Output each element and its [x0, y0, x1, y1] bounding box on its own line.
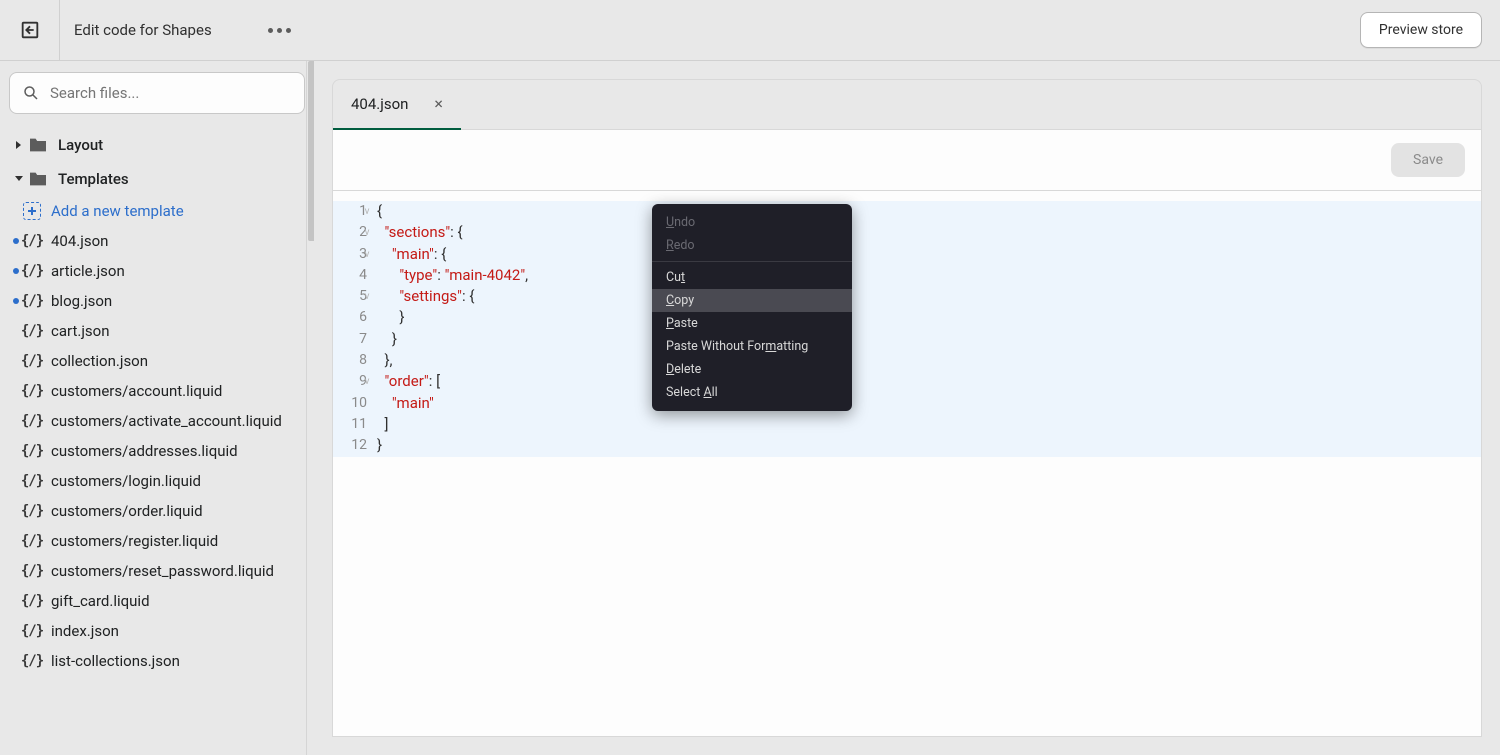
file-item[interactable]: {/} customers/account.liquid [21, 376, 305, 406]
file-item[interactable]: {/} 404.json [21, 226, 305, 256]
file-item[interactable]: {/} customers/activate_account.liquid [21, 406, 305, 436]
ctx-delete[interactable]: Delete [652, 358, 852, 381]
fold-gutter: vvvvv [361, 201, 373, 457]
file-label: customers/order.liquid [51, 502, 203, 520]
braces-icon: {/} [21, 322, 43, 340]
braces-icon: {/} [21, 502, 43, 520]
file-item[interactable]: {/} collection.json [21, 346, 305, 376]
file-label: collection.json [51, 352, 148, 370]
editor-tabs: 404.json × [332, 79, 1482, 129]
file-item[interactable]: {/} blog.json [21, 286, 305, 316]
file-item[interactable]: {/} gift_card.liquid [21, 586, 305, 616]
save-button[interactable]: Save [1391, 143, 1465, 177]
ctx-select-all[interactable]: Select All [652, 381, 852, 404]
file-label: 404.json [51, 232, 108, 250]
more-icon [268, 28, 291, 33]
sidebar-scrollbar[interactable] [306, 61, 314, 755]
braces-icon: {/} [21, 532, 43, 550]
expand-icon [14, 174, 24, 184]
braces-icon: {/} [21, 232, 43, 250]
file-item[interactable]: {/} customers/register.liquid [21, 526, 305, 556]
file-sidebar: Layout Templates Add a new template {/} 4… [0, 61, 314, 755]
file-label: customers/account.liquid [51, 382, 222, 400]
file-item[interactable]: {/} index.json [21, 616, 305, 646]
file-item[interactable]: {/} cart.json [21, 316, 305, 346]
file-item[interactable]: {/} customers/addresses.liquid [21, 436, 305, 466]
ctx-undo: Undo [652, 211, 852, 234]
file-item[interactable]: {/} customers/reset_password.liquid [21, 556, 305, 586]
modified-dot-icon [13, 268, 19, 274]
folder-label: Templates [58, 170, 129, 188]
code-content[interactable]: { "sections": { "main": { "type": "main-… [375, 201, 1481, 457]
folder-icon [28, 137, 48, 153]
add-template-label: Add a new template [51, 202, 184, 220]
add-icon [21, 202, 43, 220]
folder-templates[interactable]: Templates [9, 162, 305, 196]
file-label: customers/register.liquid [51, 532, 218, 550]
folder-label: Layout [58, 136, 103, 154]
add-template-button[interactable]: Add a new template [21, 196, 305, 226]
file-label: cart.json [51, 322, 110, 340]
collapse-icon [14, 140, 24, 150]
file-list: Add a new template {/} 404.json {/} article… [9, 196, 305, 676]
tab-404-json[interactable]: 404.json × [333, 80, 461, 130]
file-label: customers/activate_account.liquid [51, 412, 282, 430]
context-menu: Undo Redo Cut Copy Paste Paste Without F… [652, 204, 852, 411]
braces-icon: {/} [21, 472, 43, 490]
editor-area: 404.json × Save 123456789101112 vvvvv { … [314, 61, 1500, 755]
braces-icon: {/} [21, 352, 43, 370]
file-label: list-collections.json [51, 652, 180, 670]
file-item[interactable]: {/} list-collections.json [21, 646, 305, 676]
braces-icon: {/} [21, 652, 43, 670]
ctx-copy[interactable]: Copy [652, 289, 852, 312]
search-wrap[interactable] [9, 72, 305, 114]
braces-icon: {/} [21, 622, 43, 640]
modified-dot-icon [13, 238, 19, 244]
file-label: customers/login.liquid [51, 472, 201, 490]
braces-icon: {/} [21, 442, 43, 460]
file-item[interactable]: {/} customers/login.liquid [21, 466, 305, 496]
braces-icon: {/} [21, 412, 43, 430]
ctx-separator [652, 261, 852, 262]
file-label: blog.json [51, 292, 112, 310]
search-icon [22, 84, 40, 102]
file-item[interactable]: {/} article.json [21, 256, 305, 286]
braces-icon: {/} [21, 562, 43, 580]
ctx-cut[interactable]: Cut [652, 266, 852, 289]
braces-icon: {/} [21, 262, 43, 280]
file-label: article.json [51, 262, 125, 280]
back-button[interactable] [0, 0, 60, 60]
file-label: customers/reset_password.liquid [51, 562, 274, 580]
braces-icon: {/} [21, 382, 43, 400]
topbar: Edit code for Shapes Preview store [0, 0, 1500, 61]
braces-icon: {/} [21, 592, 43, 610]
tab-label: 404.json [351, 95, 408, 113]
file-label: customers/addresses.liquid [51, 442, 238, 460]
file-item[interactable]: {/} customers/order.liquid [21, 496, 305, 526]
page-title: Edit code for Shapes [60, 21, 212, 39]
modified-dot-icon [13, 298, 19, 304]
tab-close-icon[interactable]: × [434, 94, 443, 113]
editor-toolbar: Save [332, 129, 1482, 190]
ctx-redo: Redo [652, 234, 852, 257]
file-label: index.json [51, 622, 119, 640]
preview-store-button[interactable]: Preview store [1360, 12, 1482, 48]
file-label: gift_card.liquid [51, 592, 150, 610]
code-editor[interactable]: 123456789101112 vvvvv { "sections": { "m… [332, 190, 1482, 737]
folder-layout[interactable]: Layout [9, 128, 305, 162]
ctx-paste[interactable]: Paste [652, 312, 852, 335]
more-actions-button[interactable] [260, 0, 299, 60]
exit-icon [19, 19, 41, 41]
ctx-paste-without-formatting[interactable]: Paste Without Formatting [652, 335, 852, 358]
folder-icon [28, 171, 48, 187]
search-input[interactable] [50, 84, 292, 102]
braces-icon: {/} [21, 292, 43, 310]
